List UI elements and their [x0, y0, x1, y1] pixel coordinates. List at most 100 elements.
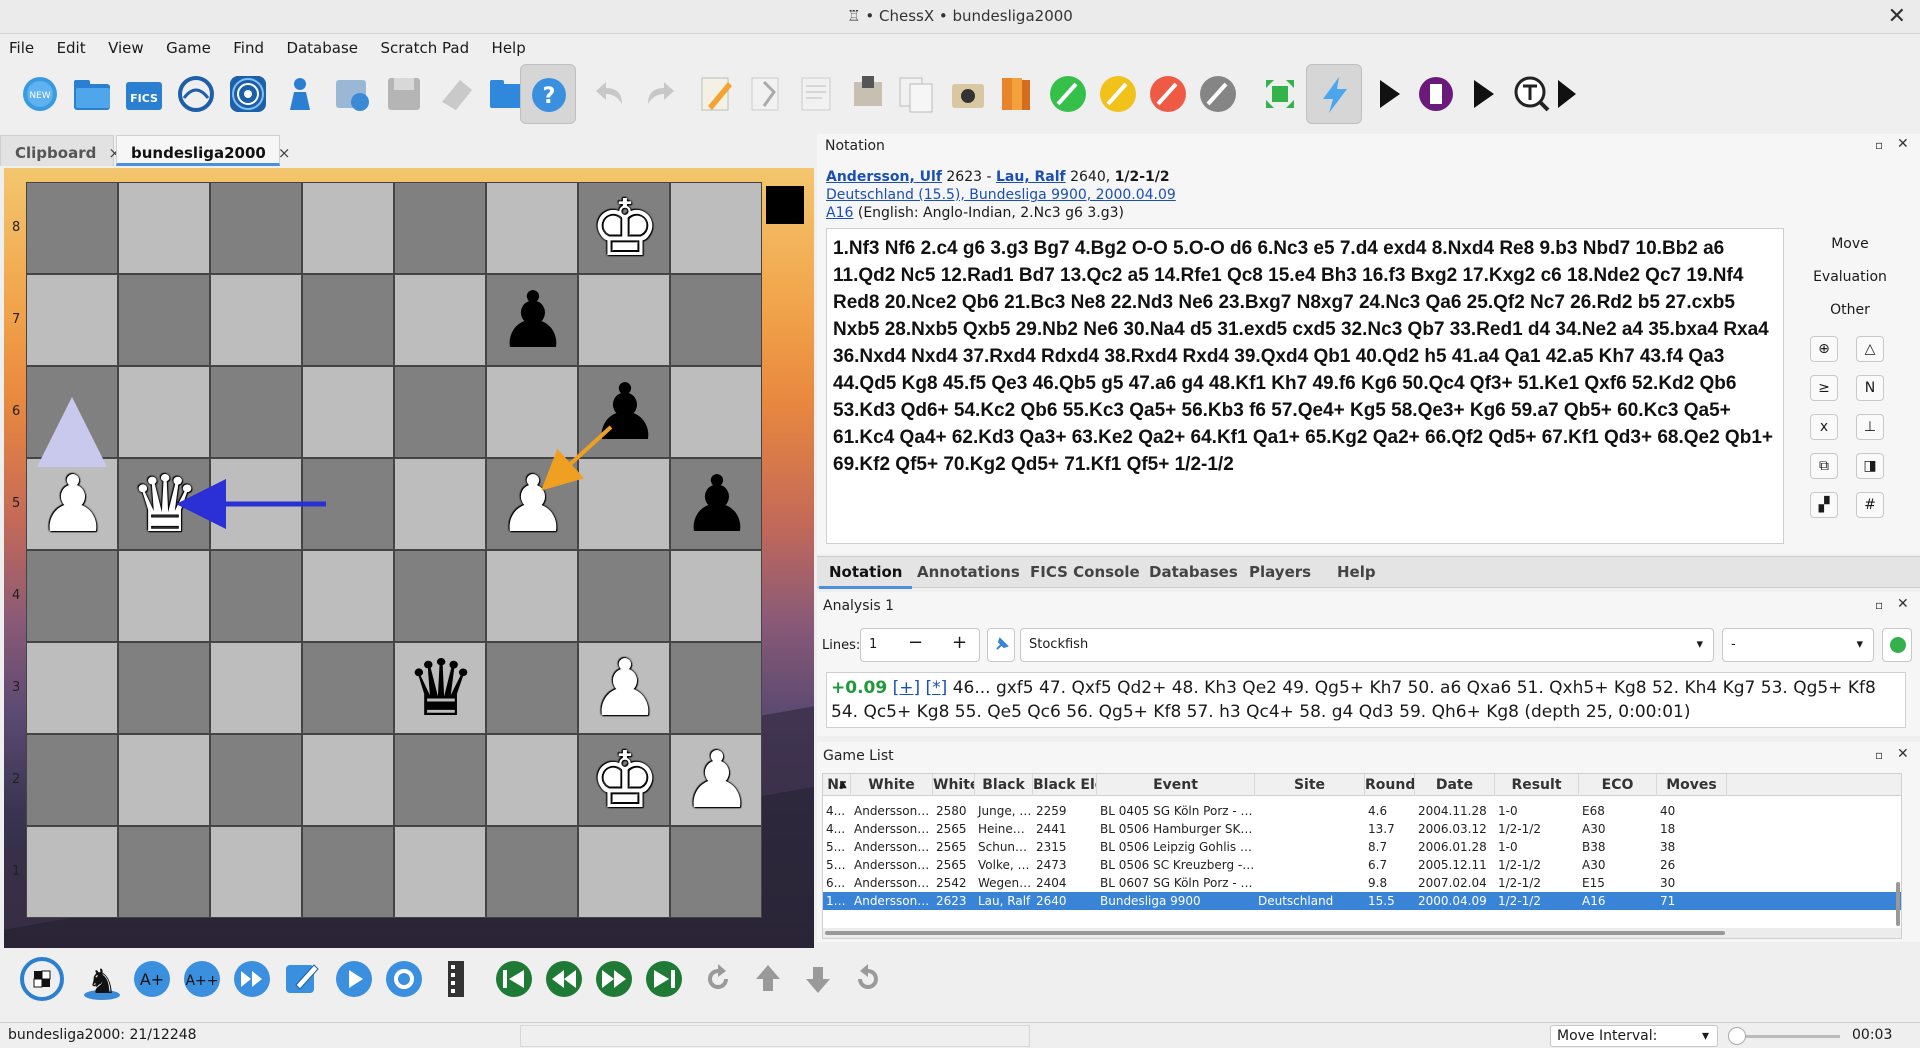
- square-b5[interactable]: ♛: [118, 458, 210, 550]
- play-button-2[interactable]: [1454, 64, 1510, 124]
- square-c3[interactable]: [210, 642, 302, 734]
- secondary-select[interactable]: - ▾: [1722, 628, 1874, 662]
- square-b2[interactable]: [118, 734, 210, 826]
- square-b6[interactable]: [118, 366, 210, 458]
- engine-knight-button[interactable]: ♞: [78, 955, 126, 1003]
- square-a3[interactable]: [26, 642, 118, 734]
- square-g2[interactable]: ♚: [578, 734, 670, 826]
- play-circle-button[interactable]: [330, 955, 378, 1003]
- square-h1[interactable]: [670, 826, 762, 918]
- game-list-close-icon[interactable]: ✕: [1897, 746, 1909, 762]
- nag-geq-button[interactable]: ≥: [1810, 375, 1838, 401]
- film-button[interactable]: [432, 955, 480, 1003]
- nag-copy-button[interactable]: ⧉: [1810, 453, 1838, 479]
- square-a6[interactable]: [26, 366, 118, 458]
- square-c7[interactable]: [210, 274, 302, 366]
- analysis-add-all-link[interactable]: [*]: [926, 678, 948, 698]
- square-g4[interactable]: [578, 550, 670, 642]
- table-row[interactable]: 12... Andersson, Ulf 2623 Lau, Ralf 2640 Bund…: [823, 892, 1901, 910]
- move-interval-slider[interactable]: [1740, 1035, 1840, 1038]
- nag-plus-circle-button[interactable]: ⊕: [1810, 336, 1838, 362]
- open-database-button[interactable]: [64, 64, 120, 124]
- red-brush-button[interactable]: [1140, 64, 1196, 124]
- square-h4[interactable]: [670, 550, 762, 642]
- next-move-button[interactable]: [590, 955, 638, 1003]
- square-e3[interactable]: ♛: [394, 642, 486, 734]
- square-e8[interactable]: [394, 182, 486, 274]
- square-h6[interactable]: [670, 366, 762, 458]
- white-piece-h2[interactable]: ♟: [671, 735, 763, 827]
- edit-game-button[interactable]: [688, 64, 744, 124]
- game-list-float-icon[interactable]: ▫: [1875, 748, 1883, 762]
- column-header[interactable]: Black Elo: [1033, 774, 1097, 796]
- edit-button[interactable]: [278, 955, 326, 1003]
- column-header[interactable]: White Elo: [933, 774, 975, 796]
- white-piece-a5[interactable]: ♟: [27, 459, 119, 551]
- column-header[interactable]: Site: [1255, 774, 1365, 796]
- square-e5[interactable]: [394, 458, 486, 550]
- square-f1[interactable]: [486, 826, 578, 918]
- add-annotation-button[interactable]: A+: [128, 955, 176, 1003]
- square-b7[interactable]: [118, 274, 210, 366]
- previous-move-button[interactable]: [540, 955, 588, 1003]
- white-player-link[interactable]: Andersson, Ulf: [826, 169, 942, 185]
- event-link[interactable]: Deutschland (15.5), Bundesliga 9900, 200…: [826, 187, 1176, 203]
- square-b1[interactable]: [118, 826, 210, 918]
- flip-board-button[interactable]: [18, 955, 66, 1003]
- square-g6[interactable]: ♟: [578, 366, 670, 458]
- tab-annotations[interactable]: Annotations: [917, 563, 1020, 581]
- column-header[interactable]: Result: [1495, 774, 1579, 796]
- square-d5[interactable]: [302, 458, 394, 550]
- square-a5[interactable]: ♟: [26, 458, 118, 550]
- pen-button[interactable]: [738, 64, 794, 124]
- square-h5[interactable]: ♟: [670, 458, 762, 550]
- tab-databases[interactable]: Databases: [1149, 563, 1238, 581]
- square-g3[interactable]: ♟: [578, 642, 670, 734]
- square-c2[interactable]: [210, 734, 302, 826]
- table-row[interactable]: 51...Andersson, Ulf2565 Volke, Ka...2473 B…: [823, 856, 1901, 874]
- analysis-add-line-link[interactable]: [+]: [893, 678, 921, 698]
- notation-float-icon[interactable]: ▫: [1875, 138, 1883, 152]
- square-b4[interactable]: [118, 550, 210, 642]
- square-c1[interactable]: [210, 826, 302, 918]
- square-e2[interactable]: [394, 734, 486, 826]
- tab-bundesliga2000[interactable]: bundesliga2000 ×: [116, 135, 290, 166]
- square-g1[interactable]: [578, 826, 670, 918]
- white-piece-b5[interactable]: ♛: [119, 459, 211, 551]
- move-up-button[interactable]: [744, 955, 792, 1003]
- square-a7[interactable]: [26, 274, 118, 366]
- redo-button[interactable]: [632, 64, 688, 124]
- nag-novelty-button[interactable]: N: [1856, 375, 1884, 401]
- first-move-button[interactable]: [490, 955, 538, 1003]
- square-f6[interactable]: [486, 366, 578, 458]
- white-piece-g3[interactable]: ♟: [579, 643, 671, 735]
- table-row[interactable]: 6... Andersson, Ulf2542 Wegener...2404 BL 0…: [823, 874, 1901, 892]
- move-down-button[interactable]: [794, 955, 842, 1003]
- save-button[interactable]: [376, 64, 432, 124]
- books-button[interactable]: [988, 64, 1044, 124]
- square-f5[interactable]: ♟: [486, 458, 578, 550]
- square-a1[interactable]: [26, 826, 118, 918]
- square-d3[interactable]: [302, 642, 394, 734]
- yellow-brush-button[interactable]: [1090, 64, 1146, 124]
- square-d7[interactable]: [302, 274, 394, 366]
- black-piece-g6[interactable]: ♟: [579, 367, 671, 459]
- nag-x-button[interactable]: x: [1810, 414, 1838, 440]
- nag-checker-button[interactable]: ▞: [1810, 492, 1838, 518]
- square-c4[interactable]: [210, 550, 302, 642]
- column-header[interactable]: White: [851, 774, 933, 796]
- move-text[interactable]: 1.Nf3 Nf6 2.c4 g6 3.g3 Bg7 4.Bg2 O-O 5.O…: [833, 238, 1773, 475]
- square-a8[interactable]: [26, 182, 118, 274]
- horizontal-scrollbar[interactable]: [823, 928, 1901, 938]
- fics-button[interactable]: FICS: [116, 64, 172, 124]
- tab-clipboard[interactable]: Clipboard ×: [0, 135, 121, 166]
- menu-edit[interactable]: Edit: [48, 36, 95, 60]
- erase-button[interactable]: [428, 64, 484, 124]
- square-e7[interactable]: [394, 274, 486, 366]
- square-c5[interactable]: [210, 458, 302, 550]
- menu-help[interactable]: Help: [483, 36, 535, 60]
- eco-link[interactable]: A16: [826, 205, 853, 221]
- square-d1[interactable]: [302, 826, 394, 918]
- square-f2[interactable]: [486, 734, 578, 826]
- column-header[interactable]: Event: [1097, 774, 1255, 796]
